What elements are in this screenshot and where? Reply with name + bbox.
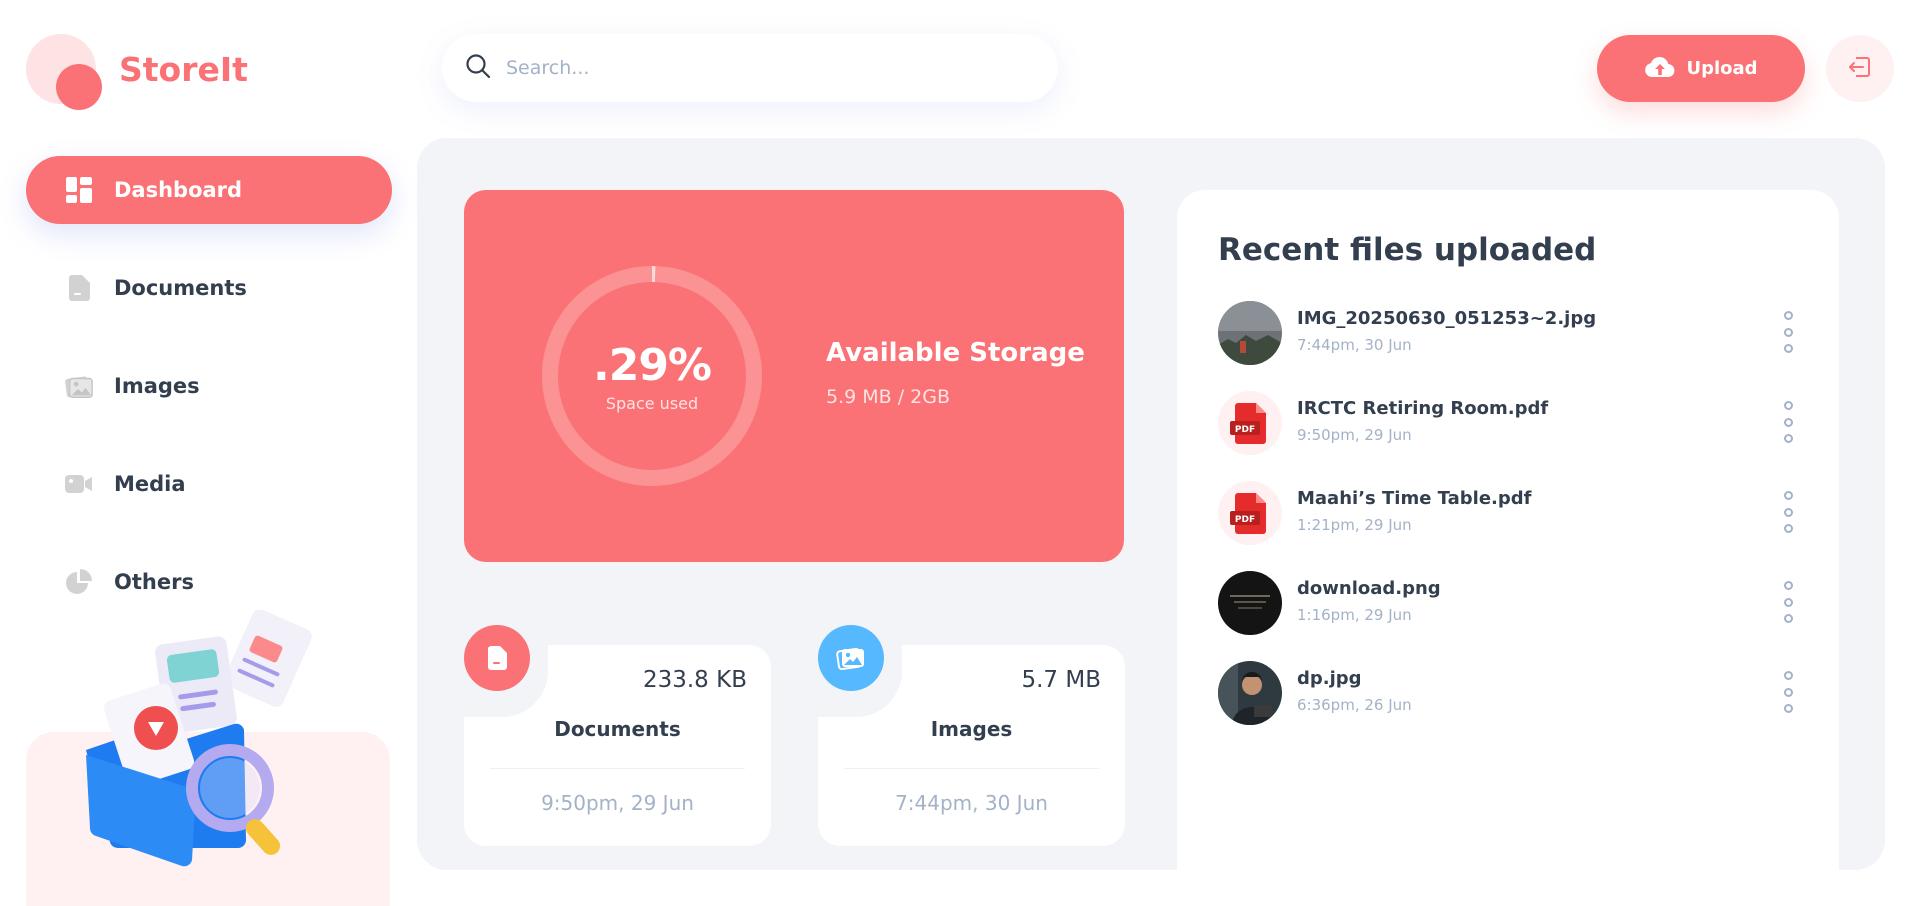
pdf-badge-text: PDF	[1235, 425, 1255, 435]
storage-summary-card: .29% Space used Available Storage 5.9 MB…	[464, 190, 1124, 562]
upload-button[interactable]: Upload	[1597, 35, 1805, 102]
cloud-upload-icon	[1644, 55, 1676, 82]
category-name: Images	[930, 717, 1013, 741]
file-row[interactable]: PDF Maahi’s Time Table.pdf 1:21pm, 29 Ju…	[1218, 481, 1808, 571]
file-thumbnail	[1218, 571, 1282, 635]
space-used-label: Space used	[605, 394, 699, 413]
image-icon	[818, 625, 884, 691]
sidebar-item-media[interactable]: Media	[26, 450, 392, 518]
category-last-updated: 9:50pm, 29 Jun	[541, 791, 694, 815]
card-divider	[490, 768, 745, 769]
pdf-badge-text: PDF	[1235, 515, 1255, 525]
file-date: 9:50pm, 29 Jun	[1297, 426, 1412, 444]
pdf-file-icon: PDF	[1218, 391, 1282, 455]
storage-percent: .29%	[592, 340, 712, 391]
files-illustration	[76, 609, 336, 870]
file-date: 6:36pm, 26 Jun	[1297, 696, 1412, 714]
sidebar-item-label: Others	[114, 570, 194, 594]
sidebar-item-dashboard[interactable]: Dashboard	[26, 156, 392, 224]
card-divider	[844, 768, 1099, 769]
sidebar-item-label: Media	[114, 472, 186, 496]
sidebar-item-label: Images	[114, 374, 200, 398]
storage-progress-ring: .29% Space used	[540, 264, 764, 488]
sidebar-item-images[interactable]: Images	[26, 352, 392, 420]
file-row[interactable]: IMG_20250630_051253~2.jpg 7:44pm, 30 Jun	[1218, 301, 1808, 391]
document-icon	[64, 273, 94, 303]
logout-icon	[1847, 54, 1873, 84]
file-name: IMG_20250630_051253~2.jpg	[1297, 308, 1597, 329]
sidebar-nav: Dashboard Documents Images Media Others	[26, 156, 392, 646]
more-options-icon[interactable]	[1768, 491, 1808, 533]
file-name: IRCTC Retiring Room.pdf	[1297, 398, 1549, 419]
file-date: 1:21pm, 29 Jun	[1297, 516, 1412, 534]
storage-usage: 5.9 MB / 2GB	[826, 386, 951, 408]
file-name: Maahi’s Time Table.pdf	[1297, 488, 1532, 509]
sidebar-item-label: Dashboard	[114, 178, 243, 202]
pie-chart-icon	[64, 567, 94, 597]
file-name: dp.jpg	[1297, 668, 1362, 689]
logout-button[interactable]	[1826, 35, 1894, 102]
search-icon	[464, 52, 492, 84]
more-options-icon[interactable]	[1768, 581, 1808, 623]
file-name: download.png	[1297, 578, 1441, 599]
recent-files-list: IMG_20250630_051253~2.jpg 7:44pm, 30 Jun…	[1218, 301, 1808, 751]
image-icon	[64, 371, 94, 401]
storage-title: Available Storage	[826, 338, 1085, 368]
video-icon	[64, 469, 94, 499]
documents-summary-card[interactable]: 233.8 KB Documents 9:50pm, 29 Jun	[456, 625, 771, 846]
file-thumbnail	[1218, 301, 1282, 365]
file-date: 1:16pm, 29 Jun	[1297, 606, 1412, 624]
document-icon	[464, 625, 530, 691]
sidebar-item-others[interactable]: Others	[26, 548, 392, 616]
pdf-file-icon: PDF	[1218, 481, 1282, 545]
recent-files-panel: Recent files uploaded IMG_20250630_05125…	[1177, 190, 1839, 870]
more-options-icon[interactable]	[1768, 401, 1808, 443]
upload-button-label: Upload	[1686, 58, 1758, 79]
search-input[interactable]	[506, 57, 1026, 79]
more-options-icon[interactable]	[1768, 671, 1808, 713]
sidebar-item-documents[interactable]: Documents	[26, 254, 392, 322]
category-size: 233.8 KB	[642, 667, 747, 693]
file-row[interactable]: download.png 1:16pm, 29 Jun	[1218, 571, 1808, 661]
search-bar[interactable]	[442, 34, 1058, 102]
dashboard-icon	[64, 175, 94, 205]
file-row[interactable]: PDF IRCTC Retiring Room.pdf 9:50pm, 29 J…	[1218, 391, 1808, 481]
file-thumbnail	[1218, 661, 1282, 725]
file-date: 7:44pm, 30 Jun	[1297, 336, 1412, 354]
recent-files-title: Recent files uploaded	[1218, 232, 1597, 268]
app-logo[interactable]: StoreIt	[26, 34, 248, 110]
category-name: Documents	[554, 717, 681, 741]
category-size: 5.7 MB	[1021, 667, 1101, 693]
file-row[interactable]: dp.jpg 6:36pm, 26 Jun	[1218, 661, 1808, 751]
images-summary-card[interactable]: 5.7 MB Images 7:44pm, 30 Jun	[810, 625, 1125, 846]
category-last-updated: 7:44pm, 30 Jun	[895, 791, 1048, 815]
logo-circle-small	[56, 64, 102, 110]
brand-name: StoreIt	[119, 50, 248, 89]
sidebar-item-label: Documents	[114, 276, 247, 300]
more-options-icon[interactable]	[1768, 311, 1808, 353]
